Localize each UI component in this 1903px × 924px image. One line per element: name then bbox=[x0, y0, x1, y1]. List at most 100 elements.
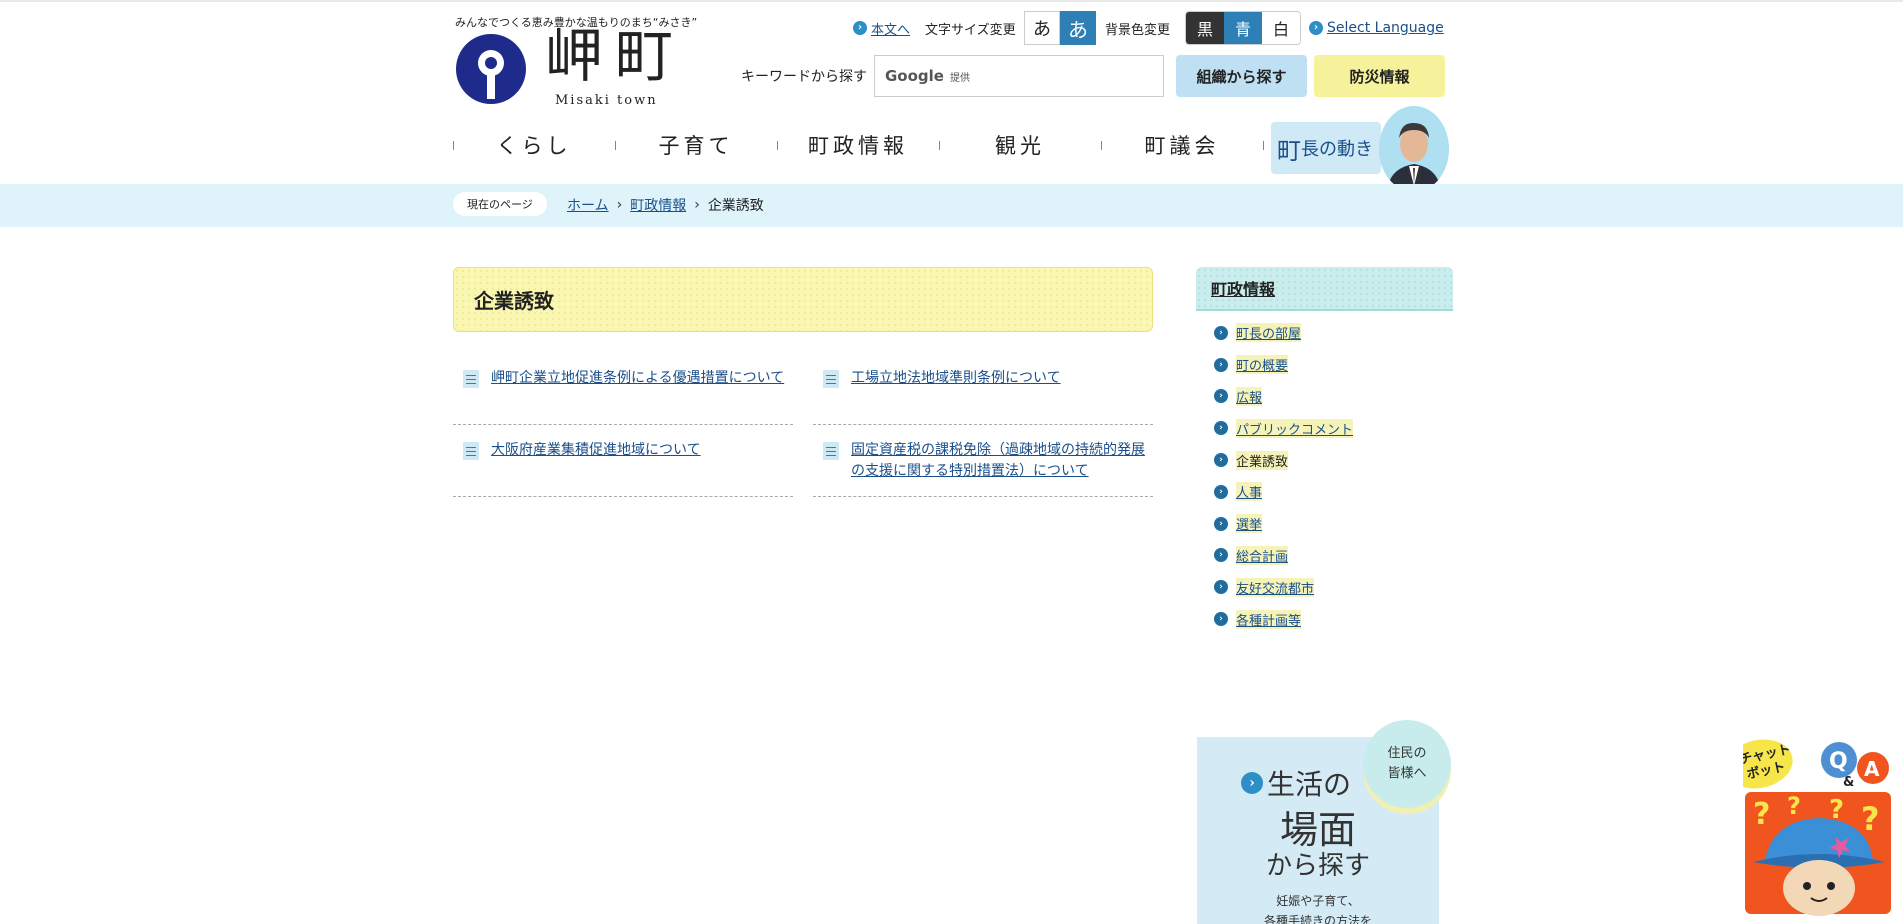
badge-line2: 皆様へ bbox=[1387, 766, 1427, 781]
nav-item-kosodate[interactable]: 子育て bbox=[615, 124, 777, 166]
content-link[interactable]: 岬町企業立地促進条例による優遇措置について bbox=[491, 354, 784, 389]
sidebar: 町政情報 › 町長の部屋 › 町の概要 › 広報 › パブリックコメント › 企業誘致 ›… bbox=[1196, 267, 1453, 635]
breadcrumb: ホーム › 町政情報 › 企業誘致 bbox=[567, 195, 764, 215]
arrow-right-icon: › bbox=[1214, 453, 1228, 468]
arrow-right-icon: › bbox=[1214, 548, 1228, 563]
search-provided: 提供 bbox=[949, 72, 970, 84]
chatbot-question-mark: ? bbox=[1787, 792, 1801, 820]
language-selector[interactable]: › Select Language bbox=[1309, 11, 1444, 45]
banner-line1: › 生活の bbox=[1241, 763, 1351, 803]
arrow-right-icon: › bbox=[1309, 21, 1323, 35]
bg-color-buttons: 黒 青 白 bbox=[1185, 11, 1301, 45]
badge-line1: 住民の bbox=[1387, 746, 1427, 761]
mayor-portrait-icon[interactable] bbox=[1379, 106, 1449, 192]
site-header: みんなでつくる恵み豊かな温もりのまち“みさき” 岬町 Misaki town ›… bbox=[453, 0, 1449, 192]
arrow-right-icon: › bbox=[1214, 612, 1228, 627]
font-size-label: 文字サイズ変更 bbox=[925, 22, 1016, 38]
sidebar-item: › 選挙 bbox=[1196, 508, 1453, 540]
page-title: 企業誘致 bbox=[453, 267, 1153, 332]
breadcrumb-home[interactable]: ホーム bbox=[567, 195, 609, 215]
residents-badge: 住民の 皆様へ bbox=[1363, 720, 1451, 808]
content-link[interactable]: 工場立地法地域準則条例について bbox=[851, 354, 1061, 389]
banner-line1-text: 生活の bbox=[1267, 768, 1352, 801]
search-input[interactable]: Google 提供 bbox=[874, 55, 1164, 97]
sidebar-title[interactable]: 町政情報 bbox=[1196, 267, 1453, 311]
keyword-search-label: キーワードから探す bbox=[741, 69, 867, 85]
skip-to-content[interactable]: › 本文へ bbox=[853, 11, 910, 45]
list-item: 固定資産税の課税免除（過疎地域の持続的発展の支援に関する特別措置法）について bbox=[813, 426, 1153, 497]
list-item: 工場立地法地域準則条例について bbox=[813, 354, 1153, 425]
sidebar-item: › 町の概要 bbox=[1196, 349, 1453, 381]
chatbot-a-letter: A bbox=[1864, 757, 1880, 781]
banner-line4: 妊娠や子育て、 bbox=[1276, 894, 1360, 908]
disaster-info-button[interactable]: 防災情報 bbox=[1314, 55, 1445, 97]
arrow-right-icon: › bbox=[1241, 772, 1263, 794]
banner-line3: から探す bbox=[1265, 851, 1370, 881]
sidebar-item: › 町長の部屋 bbox=[1196, 317, 1453, 349]
sidebar-item-link[interactable]: 各種計画等 bbox=[1236, 609, 1302, 629]
sidebar-item-link[interactable]: 町長の部屋 bbox=[1236, 323, 1302, 343]
font-size-buttons: あ あ bbox=[1024, 11, 1096, 45]
sidebar-item-link[interactable]: 広報 bbox=[1236, 386, 1263, 406]
list-item: 岬町企業立地促進条例による優遇措置について bbox=[453, 354, 793, 425]
logo-english: Misaki town bbox=[555, 93, 658, 108]
search-brand: Google bbox=[885, 67, 944, 85]
arrow-right-icon: › bbox=[1214, 516, 1228, 531]
town-emblem-icon[interactable] bbox=[455, 33, 527, 105]
global-nav: くらし 子育て 町政情報 観光 町議会 bbox=[453, 124, 1263, 166]
sidebar-item-link[interactable]: パブリックコメント bbox=[1236, 418, 1354, 438]
bg-blue-button[interactable]: 青 bbox=[1224, 12, 1262, 44]
chatbot-q-letter: Q bbox=[1829, 749, 1848, 774]
nav-item-gikai[interactable]: 町議会 bbox=[1101, 124, 1263, 166]
breadcrumb-label: 現在のページ bbox=[453, 192, 547, 216]
document-icon bbox=[463, 442, 479, 460]
sidebar-item-current-label: 企業誘致 bbox=[1236, 450, 1289, 470]
chatbot-mascot-icon[interactable]: ? ? ? ? チャット ボット Q & A bbox=[1743, 738, 1891, 918]
bg-black-button[interactable]: 黒 bbox=[1186, 12, 1224, 44]
content-link[interactable]: 大阪府産業集積促進地域について bbox=[491, 426, 701, 461]
sidebar-item-link[interactable]: 町の概要 bbox=[1236, 355, 1289, 375]
bg-white-button[interactable]: 白 bbox=[1262, 12, 1300, 44]
nav-item-kurashi[interactable]: くらし bbox=[453, 124, 615, 166]
sidebar-item: › 各種計画等 bbox=[1196, 603, 1453, 635]
document-icon bbox=[823, 370, 839, 388]
skip-link[interactable]: 本文へ bbox=[871, 19, 910, 38]
sidebar-item-link[interactable]: 総合計画 bbox=[1236, 545, 1289, 565]
nav-divider bbox=[1263, 141, 1264, 150]
nav-item-chosei[interactable]: 町政情報 bbox=[777, 124, 939, 166]
sidebar-title-link[interactable]: 町政情報 bbox=[1211, 276, 1275, 300]
content-link[interactable]: 固定資産税の課税免除（過疎地域の持続的発展の支援に関する特別措置法）について bbox=[851, 426, 1153, 482]
arrow-right-icon: › bbox=[1214, 580, 1228, 595]
sidebar-item-current: › 企業誘致 bbox=[1196, 444, 1453, 476]
chatbot-ampersand: & bbox=[1843, 775, 1854, 790]
logo-text[interactable]: 岬町 bbox=[545, 24, 685, 88]
mayor-label-rest: 長の動き bbox=[1301, 139, 1373, 160]
breadcrumb-parent[interactable]: 町政情報 bbox=[630, 195, 686, 215]
font-size-large-button[interactable]: あ bbox=[1060, 11, 1096, 45]
sidebar-item: › 広報 bbox=[1196, 381, 1453, 413]
nav-item-kanko[interactable]: 観光 bbox=[939, 124, 1101, 166]
arrow-right-icon: › bbox=[1214, 484, 1228, 499]
org-search-button[interactable]: 組織から探す bbox=[1176, 55, 1307, 97]
sidebar-item-link[interactable]: 選挙 bbox=[1236, 514, 1263, 534]
banner-line5: 各種手続きの方法を bbox=[1263, 914, 1372, 924]
arrow-right-icon: › bbox=[1214, 421, 1228, 436]
sidebar-item-link[interactable]: 友好交流都市 bbox=[1236, 577, 1315, 597]
chevron-right-icon: › bbox=[616, 197, 623, 213]
mayor-label-big: 町 bbox=[1277, 136, 1301, 165]
sidebar-item: › 人事 bbox=[1196, 476, 1453, 508]
font-size-standard-button[interactable]: あ bbox=[1024, 11, 1060, 45]
chevron-right-icon: › bbox=[694, 197, 700, 213]
select-language-link[interactable]: Select Language bbox=[1327, 20, 1444, 36]
sidebar-list: › 町長の部屋 › 町の概要 › 広報 › パブリックコメント › 企業誘致 › 人事 › 選… bbox=[1196, 317, 1453, 635]
mayor-activities-link[interactable]: 町 長の動き bbox=[1271, 122, 1381, 174]
sidebar-item-link[interactable]: 人事 bbox=[1236, 482, 1263, 502]
chatbot-question-mark: ? bbox=[1753, 797, 1770, 832]
list-item: 大阪府産業集積促進地域について bbox=[453, 426, 793, 497]
bg-color-label: 背景色変更 bbox=[1105, 22, 1171, 38]
arrow-right-icon: › bbox=[1214, 325, 1228, 340]
chatbot-question-mark: ? bbox=[1861, 800, 1880, 838]
sidebar-item: › 総合計画 bbox=[1196, 540, 1453, 572]
arrow-right-icon: › bbox=[1214, 389, 1228, 404]
sidebar-item: › 友好交流都市 bbox=[1196, 571, 1453, 603]
